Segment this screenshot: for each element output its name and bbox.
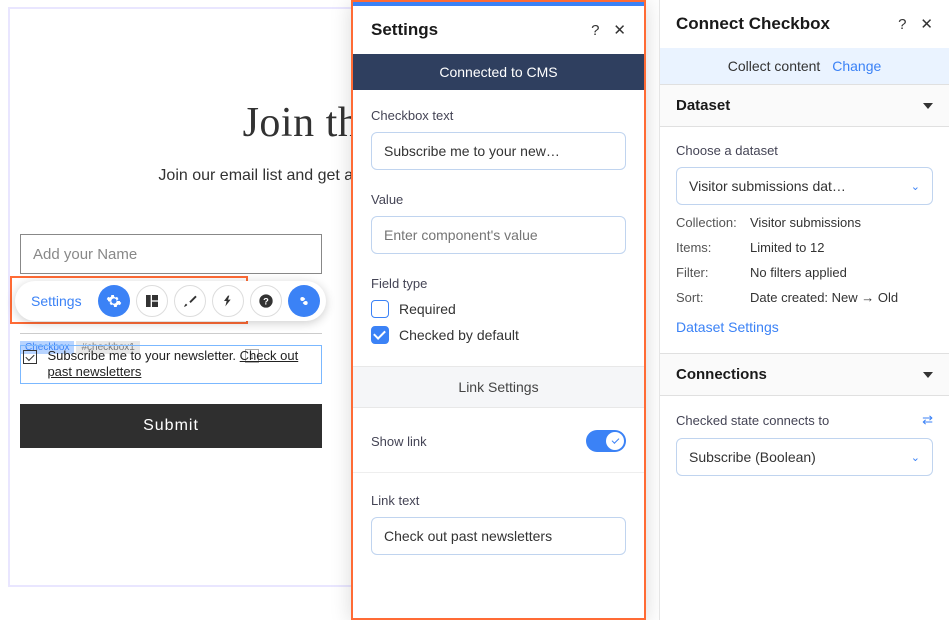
required-option[interactable]: Required: [371, 300, 626, 318]
dataset-section-header[interactable]: Dataset: [660, 84, 949, 127]
required-label: Required: [399, 301, 456, 317]
submit-button[interactable]: Submit: [20, 404, 322, 448]
show-link-toggle[interactable]: [586, 430, 626, 452]
toolbar-settings-link[interactable]: Settings: [21, 287, 92, 315]
connect-panel: Connect Checkbox ? ✕ Collect content Cha…: [659, 0, 949, 620]
checked-state-value: Subscribe (Boolean): [689, 449, 816, 465]
choose-dataset-label: Choose a dataset: [676, 143, 933, 158]
connect-panel-title: Connect Checkbox: [676, 14, 830, 34]
settings-panel-title: Settings: [371, 20, 438, 40]
items-value: Limited to 12: [750, 240, 824, 255]
link-text-input[interactable]: [371, 517, 626, 555]
checked-default-checkbox[interactable]: [371, 326, 389, 344]
value-label: Value: [371, 192, 626, 207]
link-text-label: Link text: [371, 493, 626, 508]
connect-data-icon[interactable]: [288, 285, 320, 317]
dataset-select[interactable]: Visitor submissions dat… ⌄: [676, 167, 933, 205]
filter-label: Filter:: [676, 265, 750, 280]
checked-default-label: Checked by default: [399, 327, 519, 343]
settings-panel-header: Settings ? ✕: [353, 6, 644, 54]
checkbox-icon[interactable]: [23, 350, 37, 364]
gear-icon[interactable]: [98, 285, 130, 317]
swap-icon[interactable]: ⇄: [922, 412, 933, 428]
name-input[interactable]: [20, 234, 322, 274]
connect-panel-header: Connect Checkbox ? ✕: [660, 0, 949, 48]
close-icon[interactable]: ✕: [613, 21, 626, 39]
connections-section-header[interactable]: Connections: [660, 353, 949, 396]
layout-icon[interactable]: [136, 285, 168, 317]
help-icon[interactable]: ?: [250, 285, 282, 317]
chevron-down-icon: [923, 372, 933, 378]
svg-text:?: ?: [263, 296, 269, 306]
link-settings-header: Link Settings: [353, 366, 644, 408]
email-input-outline: [20, 333, 322, 334]
settings-panel: Settings ? ✕ Connected to CMS Checkbox t…: [351, 0, 646, 620]
brush-icon[interactable]: [174, 285, 206, 317]
checkbox-text-label: Checkbox text: [371, 108, 626, 123]
filter-value: No filters applied: [750, 265, 847, 280]
checkbox-text-input[interactable]: [371, 132, 626, 170]
help-icon[interactable]: ?: [591, 22, 599, 39]
checkbox-text-main: Subscribe me to your newsletter.: [47, 348, 236, 363]
cms-banner: Connected to CMS: [353, 54, 644, 90]
dataset-select-value: Visitor submissions dat…: [689, 178, 846, 194]
checkbox-element[interactable]: Subscribe me to your newsletter. Check o…: [20, 345, 322, 384]
sort-label: Sort:: [676, 290, 750, 305]
dataset-settings-link[interactable]: Dataset Settings: [676, 319, 779, 335]
chevron-down-icon: [923, 103, 933, 109]
field-type-label: Field type: [371, 276, 626, 291]
checkbox-text: Subscribe me to your newsletter. Check o…: [47, 348, 317, 379]
collection-label: Collection:: [676, 215, 750, 230]
chevron-down-icon: ⌄: [911, 451, 920, 464]
checked-state-label: Checked state connects to: [676, 413, 829, 428]
items-label: Items:: [676, 240, 750, 255]
dataset-section-title: Dataset: [676, 97, 730, 114]
close-icon[interactable]: ✕: [920, 15, 933, 33]
collect-content-band: Collect content Change: [660, 48, 949, 84]
checked-default-option[interactable]: Checked by default: [371, 326, 626, 344]
show-link-label: Show link: [371, 434, 427, 449]
checked-state-select[interactable]: Subscribe (Boolean) ⌄: [676, 438, 933, 476]
help-icon[interactable]: ?: [898, 16, 906, 33]
change-link[interactable]: Change: [832, 58, 881, 74]
collect-content-label: Collect content: [728, 58, 821, 74]
value-input[interactable]: [371, 216, 626, 254]
connections-section-title: Connections: [676, 366, 767, 383]
collection-value: Visitor submissions: [750, 215, 861, 230]
element-toolbar: Settings ?: [15, 281, 326, 321]
sort-value: Date created: New → Old: [750, 290, 898, 305]
chevron-down-icon: ⌄: [911, 180, 920, 193]
required-checkbox[interactable]: [371, 300, 389, 318]
animation-icon[interactable]: [212, 285, 244, 317]
